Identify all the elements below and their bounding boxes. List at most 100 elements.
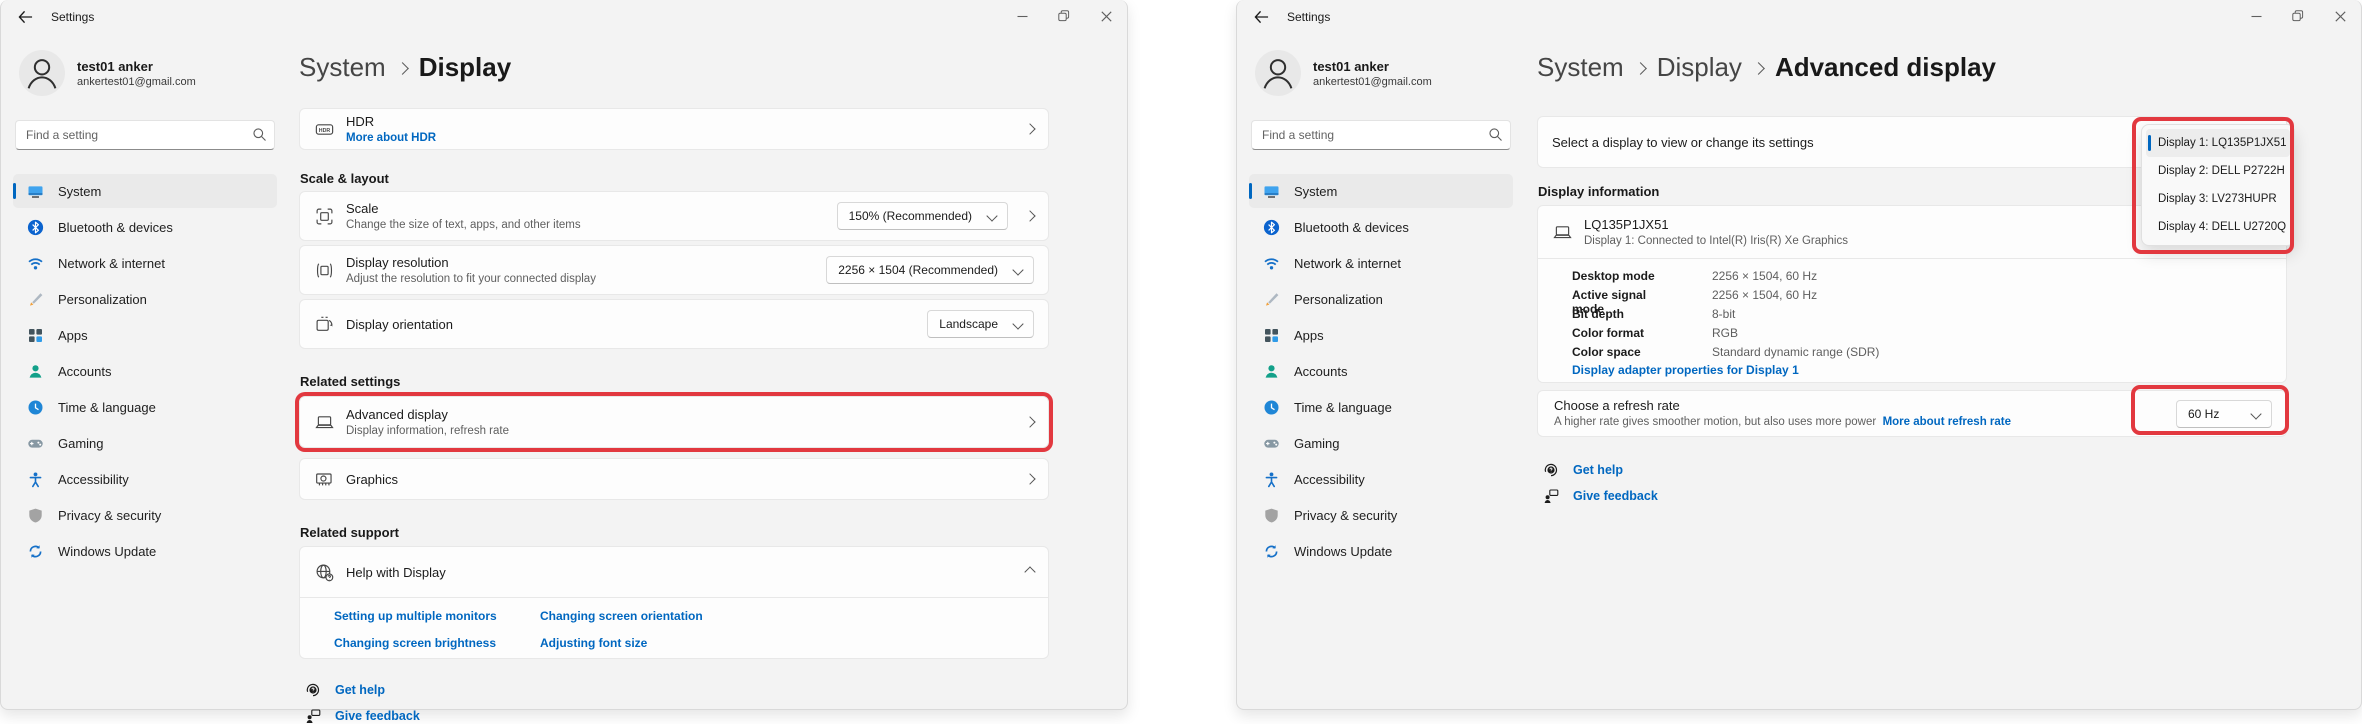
- sidebar-item-accounts[interactable]: Accounts: [13, 354, 277, 388]
- sidebar-item-windows-update[interactable]: Windows Update: [1249, 534, 1513, 568]
- sidebar-item-label: Apps: [1294, 328, 1324, 343]
- titlebar: Settings: [1237, 0, 2361, 34]
- search-input[interactable]: [15, 120, 275, 150]
- accounts-icon: [1263, 363, 1280, 380]
- chevron-up-icon: [1024, 566, 1035, 577]
- sidebar-item-accessibility[interactable]: Accessibility: [13, 462, 277, 496]
- sidebar-item-personalization[interactable]: Personalization: [1249, 282, 1513, 316]
- back-arrow-icon: [18, 10, 33, 24]
- orientation-select[interactable]: Landscape: [927, 310, 1034, 338]
- graphics-row[interactable]: Graphics: [299, 458, 1049, 500]
- sidebar-item-accounts[interactable]: Accounts: [1249, 354, 1513, 388]
- search-input[interactable]: [1251, 120, 1511, 150]
- minimize-button[interactable]: [2235, 0, 2277, 32]
- scale-icon: [314, 207, 334, 226]
- display-option-1[interactable]: Display 1: LQ135P1JX51: [2146, 129, 2290, 157]
- feedback-icon: [1543, 488, 1559, 504]
- chevron-right-icon: [1024, 473, 1035, 484]
- sidebar-item-windows-update[interactable]: Windows Update: [13, 534, 277, 568]
- account-section[interactable]: test01 anker ankertest01@gmail.com: [1255, 50, 1513, 96]
- gamepad-icon: [1263, 435, 1280, 452]
- back-button[interactable]: [7, 2, 43, 32]
- sidebar-item-label: Network & internet: [1294, 256, 1401, 271]
- sidebar-item-gaming[interactable]: Gaming: [13, 426, 277, 460]
- help-link-screen-orientation[interactable]: Changing screen orientation: [540, 609, 703, 623]
- close-button[interactable]: [1085, 0, 1127, 32]
- breadcrumb-display[interactable]: Display: [1657, 52, 1742, 83]
- scale-row[interactable]: Scale Change the size of text, apps, and…: [299, 191, 1049, 241]
- sidebar-item-privacy-security[interactable]: Privacy & security: [13, 498, 277, 532]
- sidebar-item-time-language[interactable]: Time & language: [13, 390, 277, 424]
- accessibility-icon: [27, 471, 44, 488]
- search-icon: [1488, 127, 1503, 142]
- sidebar-item-apps[interactable]: Apps: [1249, 318, 1513, 352]
- sidebar-item-label: System: [58, 184, 101, 199]
- sidebar-item-label: Personalization: [1294, 292, 1383, 307]
- scale-select[interactable]: 150% (Recommended): [837, 202, 1008, 230]
- give-feedback-link[interactable]: Give feedback: [1543, 488, 1658, 504]
- graphics-title: Graphics: [346, 472, 1014, 487]
- sidebar-item-network-internet[interactable]: Network & internet: [1249, 246, 1513, 280]
- account-section[interactable]: test01 anker ankertest01@gmail.com: [19, 50, 277, 96]
- hdr-icon: HDR: [314, 120, 334, 139]
- breadcrumb-separator-icon: [1634, 62, 1647, 75]
- info-value: 2256 × 1504, 60 Hz: [1712, 288, 1817, 302]
- more-about-refresh-rate-link[interactable]: More about refresh rate: [1883, 416, 2011, 428]
- help-link-font-size[interactable]: Adjusting font size: [540, 636, 647, 650]
- sidebar-item-time-language[interactable]: Time & language: [1249, 390, 1513, 424]
- close-button[interactable]: [2319, 0, 2361, 32]
- get-help-link[interactable]: Get help: [1543, 462, 1623, 478]
- sidebar-item-label: Privacy & security: [1294, 508, 1397, 523]
- sidebar-item-label: Windows Update: [1294, 544, 1392, 559]
- give-feedback-link[interactable]: Give feedback: [305, 708, 420, 724]
- sidebar-item-accessibility[interactable]: Accessibility: [1249, 462, 1513, 496]
- get-help-link[interactable]: Get help: [305, 682, 385, 698]
- breadcrumb-system[interactable]: System: [299, 52, 386, 83]
- info-label: Bit depth: [1572, 307, 1678, 321]
- help-link-multiple-monitors[interactable]: Setting up multiple monitors: [334, 609, 497, 623]
- minimize-button[interactable]: [1001, 0, 1043, 32]
- sidebar-item-label: Bluetooth & devices: [1294, 220, 1409, 235]
- display-option-3[interactable]: Display 3: LV273HUPR: [2146, 185, 2290, 213]
- advanced-display-row[interactable]: Advanced display Display information, re…: [299, 396, 1049, 448]
- sidebar-item-apps[interactable]: Apps: [13, 318, 277, 352]
- help-link-screen-brightness[interactable]: Changing screen brightness: [334, 636, 496, 650]
- sidebar-nav: System Bluetooth & devices Network & int…: [13, 174, 277, 568]
- sidebar-item-network-internet[interactable]: Network & internet: [13, 246, 277, 280]
- get-help-label: Get help: [1573, 463, 1623, 477]
- hdr-more-link[interactable]: More about HDR: [346, 132, 1014, 145]
- refresh-rate-select[interactable]: 60 Hz: [2176, 400, 2272, 428]
- breadcrumb-system[interactable]: System: [1537, 52, 1624, 83]
- sidebar-item-system[interactable]: System: [13, 174, 277, 208]
- clock-icon: [27, 399, 44, 416]
- help-with-display-header[interactable]: Help with Display: [300, 547, 1048, 597]
- sidebar-item-bluetooth-devices[interactable]: Bluetooth & devices: [13, 210, 277, 244]
- sidebar-item-gaming[interactable]: Gaming: [1249, 426, 1513, 460]
- back-button[interactable]: [1243, 2, 1279, 32]
- hdr-title: HDR: [346, 114, 1014, 129]
- orientation-icon: [314, 315, 334, 334]
- display-option-2[interactable]: Display 2: DELL P2722H: [2146, 157, 2290, 185]
- info-value: 2256 × 1504, 60 Hz: [1712, 269, 1817, 283]
- chevron-down-icon: [1012, 264, 1023, 275]
- close-icon: [1101, 11, 1112, 22]
- display-option-4[interactable]: Display 4: DELL U2720Q: [2146, 213, 2290, 241]
- info-row-desktop-mode: Desktop mode 2256 × 1504, 60 Hz: [1572, 269, 1678, 283]
- chevron-right-icon: [1024, 210, 1035, 221]
- sidebar-item-system[interactable]: System: [1249, 174, 1513, 208]
- info-row-color-format: Color format RGB: [1572, 326, 1678, 340]
- restore-button[interactable]: [1043, 0, 1085, 32]
- hdr-row[interactable]: HDR HDR More about HDR: [299, 108, 1049, 150]
- scale-subtitle: Change the size of text, apps, and other…: [346, 219, 825, 232]
- resolution-select[interactable]: 2256 × 1504 (Recommended): [826, 256, 1034, 284]
- sidebar-item-privacy-security[interactable]: Privacy & security: [1249, 498, 1513, 532]
- window-controls: [1001, 0, 1127, 32]
- sidebar-item-personalization[interactable]: Personalization: [13, 282, 277, 316]
- account-name: test01 anker: [77, 59, 196, 74]
- sidebar-item-bluetooth-devices[interactable]: Bluetooth & devices: [1249, 210, 1513, 244]
- restore-button[interactable]: [2277, 0, 2319, 32]
- window-controls: [2235, 0, 2361, 32]
- shield-icon: [27, 507, 44, 524]
- sidebar: test01 anker ankertest01@gmail.com Syste…: [1, 34, 289, 709]
- display-adapter-properties-link[interactable]: Display adapter properties for Display 1: [1572, 363, 1799, 377]
